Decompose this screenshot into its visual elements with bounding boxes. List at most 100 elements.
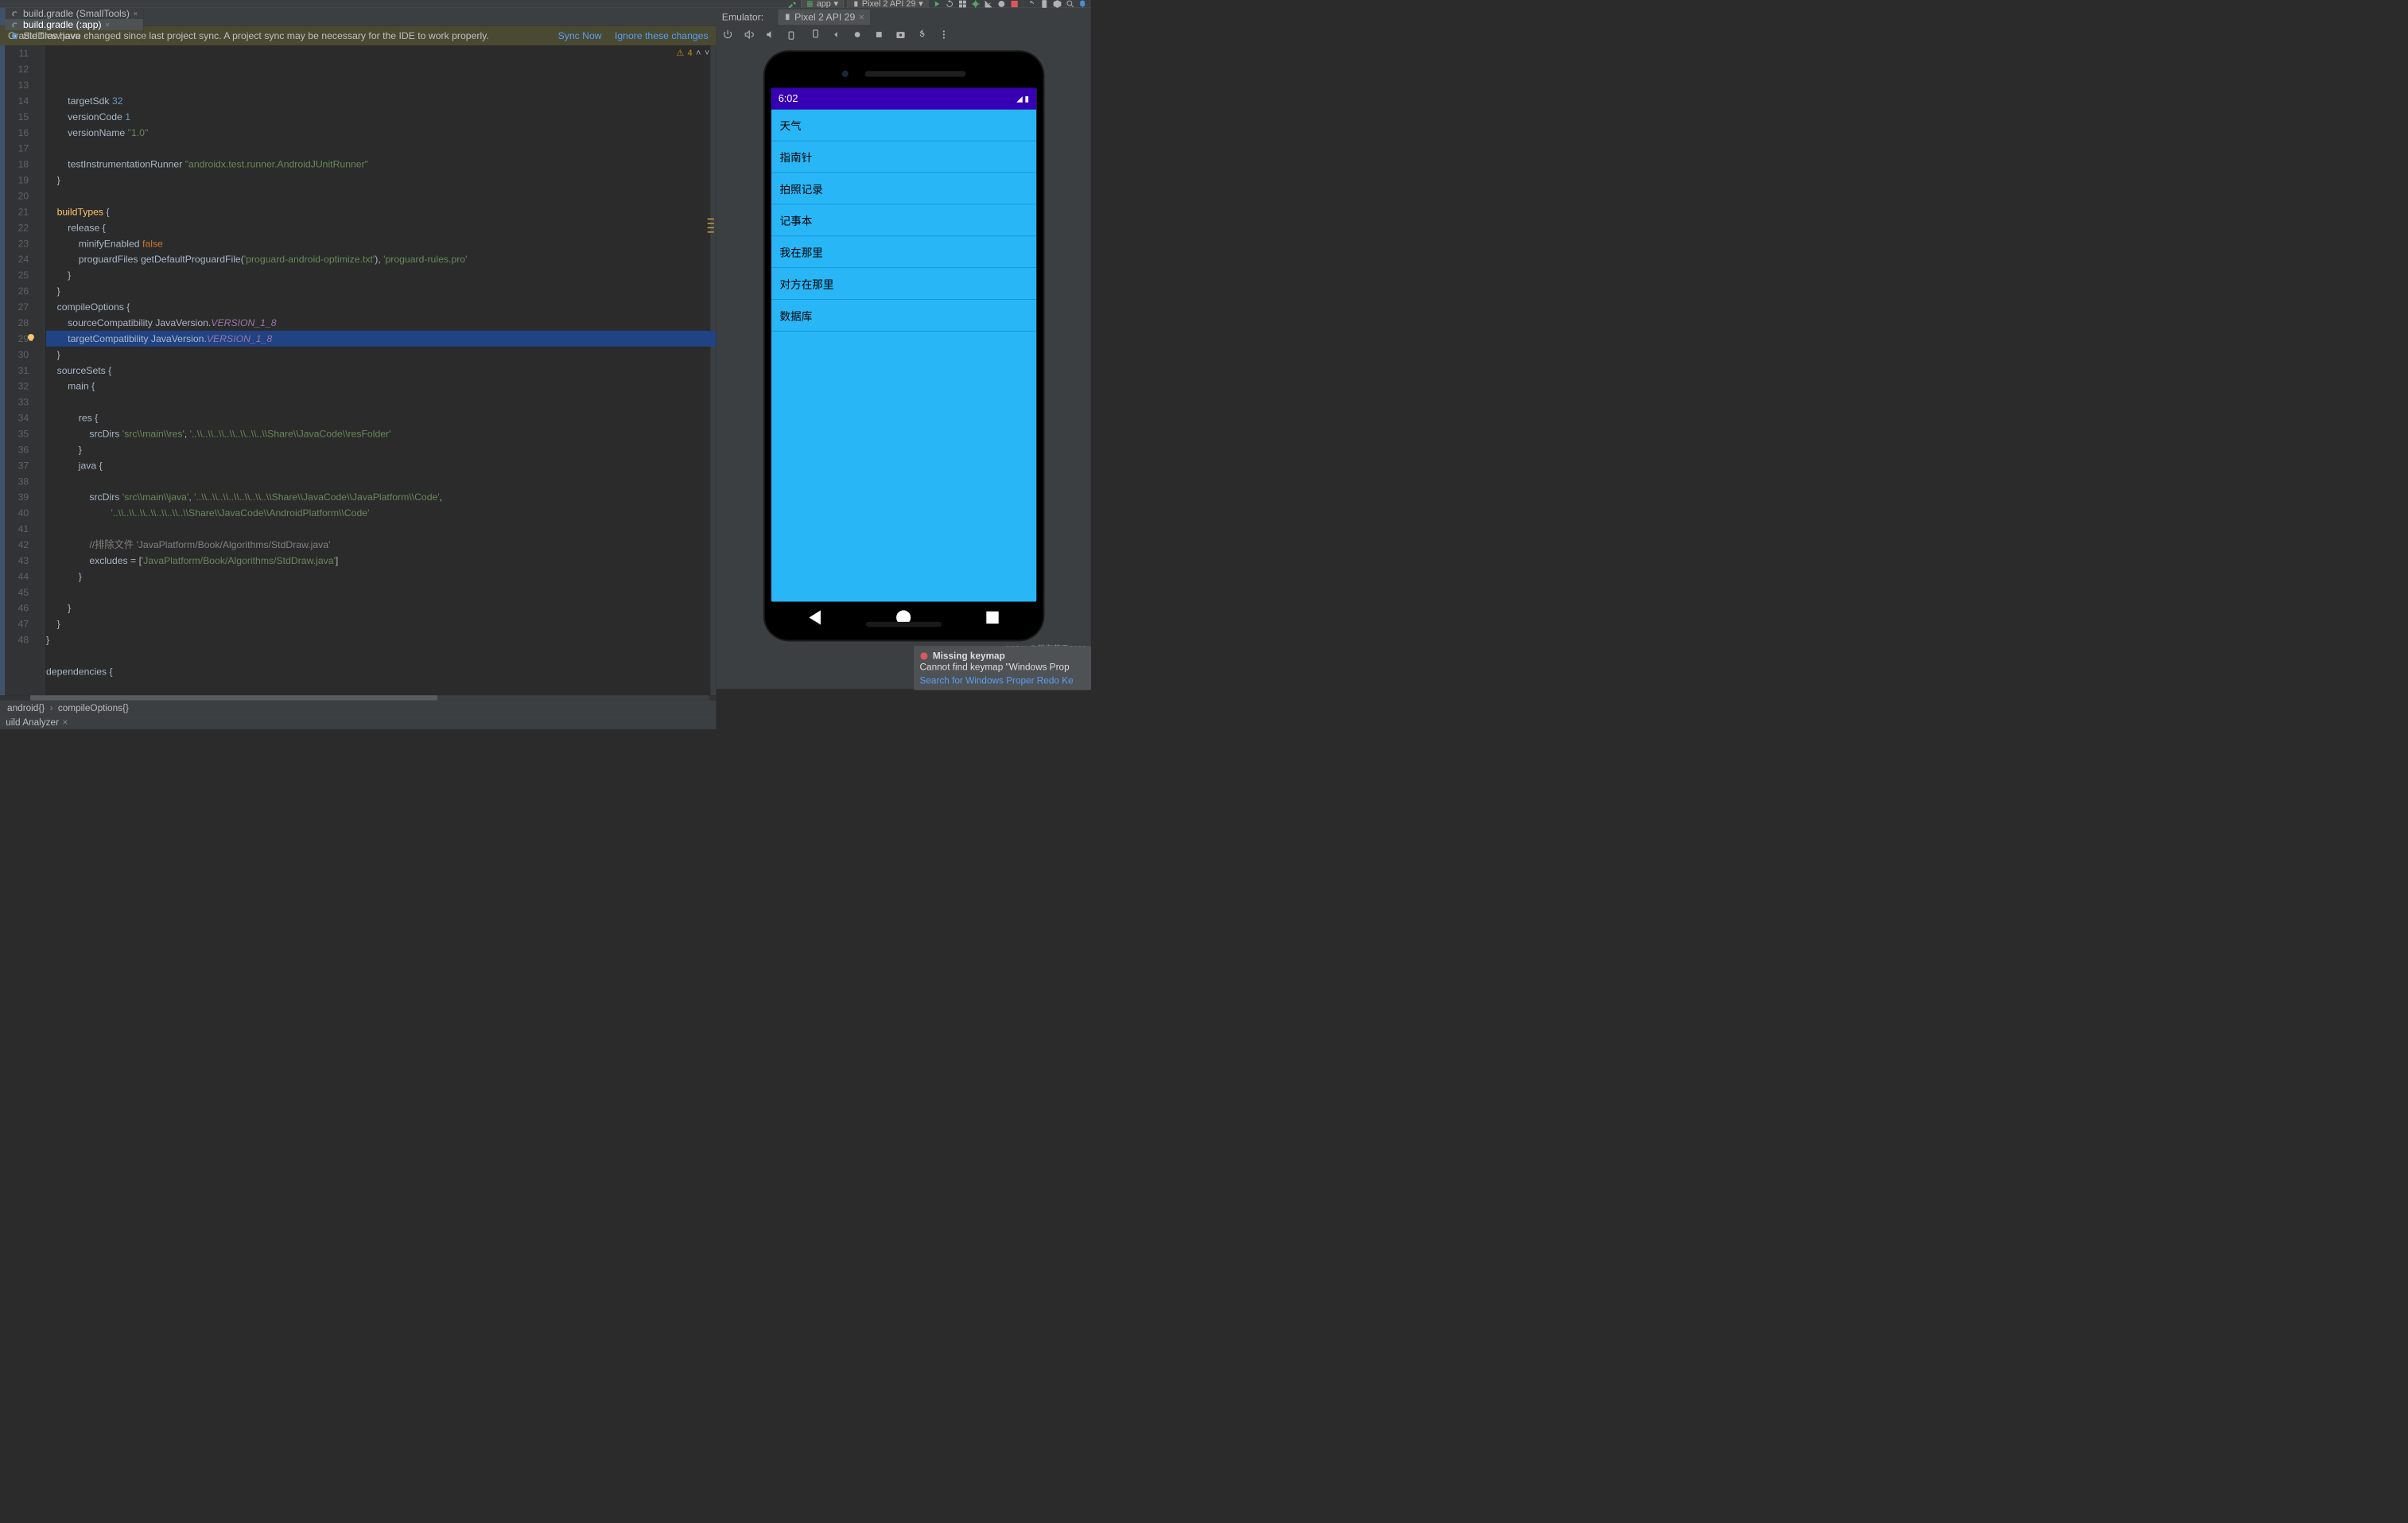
code-line[interactable] — [46, 473, 717, 489]
code-line[interactable]: testInstrumentationRunner "androidx.test… — [46, 157, 717, 173]
code-line[interactable] — [46, 585, 717, 600]
code-line[interactable]: } — [46, 347, 717, 363]
code-line[interactable]: java { — [46, 457, 717, 473]
code-line[interactable]: proguardFiles getDefaultProguardFile('pr… — [46, 251, 717, 267]
screenshot-icon[interactable] — [895, 29, 907, 41]
editor-tab[interactable]: build.gradle (:app)× — [5, 19, 143, 30]
volume-down-icon[interactable] — [766, 29, 777, 41]
code-line[interactable]: targetCompatibility JavaVersion.VERSION_… — [46, 331, 717, 347]
code-line[interactable]: versionName "1.0" — [46, 125, 717, 141]
fold-gutter[interactable] — [35, 45, 45, 695]
warning-icon: ⚠ — [676, 48, 684, 58]
nav-overview-icon[interactable] — [986, 612, 998, 624]
code-line[interactable]: } — [46, 283, 717, 299]
code-line[interactable]: } — [46, 173, 717, 188]
volume-up-icon[interactable] — [744, 29, 755, 41]
list-item[interactable]: 对方在那里 — [771, 268, 1036, 300]
close-icon[interactable]: × — [63, 717, 68, 728]
code-line[interactable]: release { — [46, 220, 717, 235]
code-line[interactable]: srcDirs 'src\\main\\java', '..\\..\\..\\… — [46, 489, 717, 505]
code-line[interactable]: targetSdk 32 — [46, 93, 717, 109]
close-icon[interactable]: × — [859, 11, 864, 22]
phone-screen[interactable]: 6:02 ◢ ▮ 天气指南针拍照记录记事本我在那里对方在那里数据库 — [771, 88, 1036, 602]
close-icon[interactable]: × — [105, 20, 110, 29]
tab-label: StdDraw.java — [23, 30, 80, 41]
sync-now-link[interactable]: Sync Now — [558, 30, 602, 41]
code-line[interactable]: sourceCompatibility JavaVersion.VERSION_… — [46, 315, 717, 331]
home-icon[interactable] — [852, 29, 863, 41]
power-icon[interactable] — [722, 29, 733, 41]
editor-tab[interactable]: JStdDraw.java× — [5, 30, 143, 41]
problems-badge[interactable]: ⚠ 4 ˄ ˅ — [676, 48, 709, 58]
notification-link[interactable]: Search for Windows Proper Redo Ke — [920, 674, 1086, 686]
chevron-down-icon[interactable]: ˅ — [705, 48, 709, 58]
close-icon[interactable]: × — [133, 9, 138, 18]
code-line[interactable]: } — [46, 267, 717, 283]
more-icon[interactable] — [938, 29, 950, 41]
list-item[interactable]: 天气 — [771, 110, 1036, 142]
editor[interactable]: 1112131415161718192021222324252627282930… — [5, 45, 716, 695]
emulator-toolbar — [717, 26, 1091, 44]
code-line[interactable] — [46, 647, 717, 663]
code-line[interactable]: '..\\..\\..\\..\\..\\..\\..\\Share\\Java… — [46, 505, 717, 521]
emulator-label: Emulator: — [722, 11, 763, 22]
intention-bulb-icon[interactable] — [26, 332, 37, 343]
breadcrumb-item[interactable]: android{} — [7, 702, 45, 713]
horizontal-scrollbar[interactable] — [30, 695, 709, 700]
app-list[interactable]: 天气指南针拍照记录记事本我在那里对方在那里数据库 — [771, 110, 1036, 602]
overview-icon[interactable] — [874, 29, 885, 41]
chevron-right-icon: › — [50, 702, 53, 713]
bottom-tool-tab[interactable]: uild Analyzer × — [0, 715, 717, 729]
list-item[interactable]: 记事本 — [771, 204, 1036, 236]
screen-record-icon[interactable] — [917, 29, 928, 41]
code-line[interactable]: } — [46, 616, 717, 632]
rotate-left-icon[interactable] — [787, 29, 798, 41]
code-line[interactable] — [46, 679, 717, 695]
code-line[interactable] — [46, 188, 717, 204]
code-line[interactable] — [46, 521, 717, 537]
error-stripe[interactable] — [708, 219, 714, 233]
breadcrumb-item[interactable]: compileOptions{} — [58, 702, 129, 713]
code-line[interactable]: buildTypes { — [46, 204, 717, 220]
phone-frame: 6:02 ◢ ▮ 天气指南针拍照记录记事本我在那里对方在那里数据库 — [763, 50, 1044, 641]
code-line[interactable]: compileOptions { — [46, 299, 717, 315]
code-line[interactable]: } — [46, 441, 717, 457]
code-line[interactable]: versionCode 1 — [46, 109, 717, 125]
breadcrumb[interactable]: android{} › compileOptions{} — [0, 701, 717, 715]
notification-body: Cannot find keymap "Windows Prop — [920, 662, 1086, 673]
code-line[interactable]: main { — [46, 379, 717, 394]
code-line[interactable]: excludes = ['JavaPlatform/Book/Algorithm… — [46, 553, 717, 569]
rotate-right-icon[interactable] — [809, 29, 820, 41]
code-line[interactable]: } — [46, 569, 717, 585]
gradle-icon — [10, 9, 20, 18]
notification-title: Missing keymap — [933, 651, 1005, 662]
back-icon[interactable] — [830, 29, 841, 41]
code-line[interactable]: } — [46, 632, 717, 648]
emulator-stage: 6:02 ◢ ▮ 天气指南针拍照记录记事本我在那里对方在那里数据库 — [717, 43, 1091, 689]
code-line[interactable]: minifyEnabled false — [46, 235, 717, 251]
nav-back-icon[interactable] — [809, 610, 820, 624]
code-line[interactable] — [46, 141, 717, 157]
chevron-up-icon[interactable]: ˄ — [696, 48, 701, 58]
android-status-bar: 6:02 ◢ ▮ — [771, 88, 1036, 110]
editor-tab[interactable]: build.gradle (SmallTools)× — [5, 8, 143, 19]
tab-label: build.gradle (:app) — [23, 19, 102, 30]
code-line[interactable]: srcDirs 'src\\main\\res', '..\\..\\..\\.… — [46, 425, 717, 441]
list-item[interactable]: 数据库 — [771, 300, 1036, 332]
list-item[interactable]: 指南针 — [771, 142, 1036, 173]
ignore-changes-link[interactable]: Ignore these changes — [615, 30, 709, 41]
code-line[interactable] — [46, 394, 717, 410]
code-line[interactable]: //排除文件 'JavaPlatform/Book/Algorithms/Std… — [46, 537, 717, 553]
emulator-tab[interactable]: Pixel 2 API 29 × — [778, 10, 870, 25]
code-area[interactable]: targetSdk 32 versionCode 1 versionName "… — [45, 45, 716, 695]
code-line[interactable]: sourceSets { — [46, 363, 717, 379]
code-line[interactable]: dependencies { — [46, 663, 717, 679]
code-line[interactable]: } — [46, 600, 717, 616]
code-line[interactable]: res { — [46, 410, 717, 426]
list-item[interactable]: 我在那里 — [771, 236, 1036, 268]
list-item[interactable]: 拍照记录 — [771, 173, 1036, 204]
status-icons: ◢ ▮ — [798, 94, 1029, 103]
notification-popup[interactable]: Missing keymap Cannot find keymap "Windo… — [915, 647, 1091, 690]
problems-count: 4 — [688, 48, 693, 58]
close-icon[interactable]: × — [84, 31, 89, 41]
